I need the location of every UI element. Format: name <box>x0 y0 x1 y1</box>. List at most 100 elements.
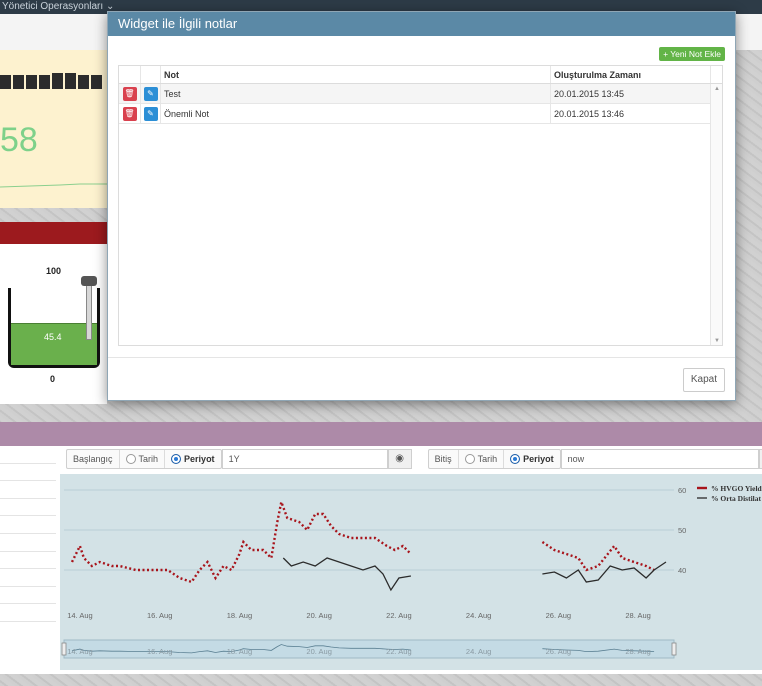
end-group: Bitiş Tarih Periyot <box>427 449 561 469</box>
bar-segment <box>91 75 102 89</box>
created-cell: 20.01.2015 13:46 <box>551 104 711 123</box>
bar-segment <box>13 75 24 89</box>
list-item[interactable] <box>0 499 56 517</box>
chart-svg: 60 50 40 14. Aug 16. Aug 18. Aug 20. Aug 22. Au… <box>61 484 762 659</box>
trend-line <box>0 183 107 188</box>
notes-table: Not Oluşturulma Zamanı 🗑 ✎ Test 20.01.20… <box>118 65 723 346</box>
delete-icon[interactable]: 🗑 <box>122 106 137 121</box>
start-value-input[interactable]: 1Y <box>221 449 388 469</box>
scroll-down-icon[interactable]: ▼ <box>714 338 720 344</box>
x-tick-label: 16. Aug <box>147 611 172 620</box>
created-cell: 20.01.2015 13:45 <box>551 84 711 103</box>
note-cell: Önemli Not <box>161 104 551 123</box>
end-period-option[interactable]: Periyot <box>504 450 560 468</box>
list-item[interactable] <box>0 464 56 482</box>
edit-icon[interactable]: ✎ <box>143 86 158 101</box>
radio-selected-icon[interactable] <box>171 454 182 464</box>
y-tick-label: 40 <box>678 566 686 575</box>
radio-icon[interactable] <box>464 454 475 464</box>
tank-value-label: 45.4 <box>44 332 62 342</box>
end-value-input[interactable]: now <box>560 449 759 469</box>
list-item[interactable] <box>0 552 56 570</box>
modal-title: Widget ile İlgili notlar <box>108 12 735 36</box>
side-list <box>0 446 56 668</box>
bar-segment <box>0 75 11 89</box>
bar-segment <box>52 73 63 89</box>
bar-indicator <box>0 73 102 89</box>
widget-header-bar <box>0 222 107 244</box>
notes-modal: Widget ile İlgili notlar + Yeni Not Ekle… <box>107 11 736 401</box>
navigator-tick-label: 16. Aug <box>147 647 172 656</box>
end-label: Bitiş <box>429 450 459 468</box>
target-icon: ◉ <box>395 453 404 464</box>
admin-operations-menu[interactable]: Yönetici Operasyonları ⌄ <box>2 0 114 14</box>
widget-value: 58 <box>0 121 38 159</box>
y-tick-label: 60 <box>678 486 686 495</box>
navigator-tick-label: 26. Aug <box>546 647 571 656</box>
tank-pipe <box>86 280 92 340</box>
end-apply-button[interactable]: ◉ <box>758 449 762 469</box>
table-header: Not Oluşturulma Zamanı <box>119 66 722 84</box>
column-header-note[interactable]: Not <box>161 66 551 83</box>
x-tick-label: 14. Aug <box>67 611 92 620</box>
bar-segment <box>65 73 76 89</box>
series-line <box>542 561 667 583</box>
series-line <box>282 557 412 592</box>
chart-widget-header <box>0 422 762 446</box>
tank-min-label: 0 <box>50 374 56 384</box>
navigator-tick-label: 22. Aug <box>386 647 411 656</box>
navigator-tick-label: 14. Aug <box>67 647 92 656</box>
x-tick-label: 22. Aug <box>386 611 411 620</box>
bar-segment <box>78 75 89 89</box>
bar-segment <box>26 75 37 89</box>
x-tick-label: 20. Aug <box>306 611 331 620</box>
end-date-option[interactable]: Tarih <box>459 450 505 468</box>
x-tick-label: 26. Aug <box>546 611 571 620</box>
navigator-tick-label: 28. Aug <box>625 647 650 656</box>
x-tick-label: 18. Aug <box>227 611 252 620</box>
list-item[interactable] <box>0 516 56 534</box>
start-apply-button[interactable]: ◉ <box>387 449 412 469</box>
table-row[interactable]: 🗑 ✎ Önemli Not 20.01.2015 13:46 <box>119 104 722 124</box>
list-item[interactable] <box>0 446 56 464</box>
list-item[interactable] <box>0 587 56 605</box>
add-note-button[interactable]: + Yeni Not Ekle <box>659 47 725 61</box>
start-label: Başlangıç <box>67 450 120 468</box>
list-item[interactable] <box>0 569 56 587</box>
navigator-handle-right <box>671 642 677 656</box>
line-chart: 60 50 40 14. Aug 16. Aug 18. Aug 20. Aug 22. Au… <box>60 474 762 670</box>
modal-footer: Kapat <box>108 357 735 401</box>
start-date-option[interactable]: Tarih <box>120 450 166 468</box>
table-row[interactable]: 🗑 ✎ Test 20.01.2015 13:45 <box>119 84 722 104</box>
tank-widget: 100 45.4 0 <box>0 244 107 404</box>
value-widget: 58 <box>0 50 107 208</box>
list-item[interactable] <box>0 534 56 552</box>
delete-icon[interactable]: 🗑 <box>122 86 137 101</box>
radio-selected-icon[interactable] <box>510 454 521 464</box>
chart-widget: Başlangıç Tarih Periyot 1Y ◉ Bitiş Tarih… <box>0 446 762 674</box>
note-cell: Test <box>161 84 551 103</box>
tank-valve-icon <box>81 276 97 286</box>
end-period-label: Periyot <box>523 454 554 464</box>
tank-max-label: 100 <box>46 266 62 276</box>
edit-icon[interactable]: ✎ <box>143 106 158 121</box>
list-item[interactable] <box>0 481 56 499</box>
close-button[interactable]: Kapat <box>682 368 725 392</box>
navigator-tick-label: 24. Aug <box>466 647 491 656</box>
navigator-handle-left <box>61 642 67 656</box>
start-group: Başlangıç Tarih Periyot <box>66 449 222 469</box>
start-date-label: Tarih <box>138 454 159 464</box>
bar-segment <box>39 75 50 89</box>
table-scrollbar[interactable]: ▲ ▼ <box>710 84 722 345</box>
tank-fill <box>11 323 97 365</box>
start-period-label: Periyot <box>184 454 215 464</box>
y-tick-label: 50 <box>678 526 686 535</box>
x-tick-label: 28. Aug <box>625 611 650 620</box>
navigator-tick-label: 20. Aug <box>306 647 331 656</box>
legend-label: % Orta Distilat <box>711 494 761 503</box>
radio-icon[interactable] <box>125 454 136 464</box>
column-header-created[interactable]: Oluşturulma Zamanı <box>551 66 711 83</box>
start-period-option[interactable]: Periyot <box>165 450 221 468</box>
scroll-up-icon[interactable]: ▲ <box>714 86 720 92</box>
list-item[interactable] <box>0 604 56 622</box>
